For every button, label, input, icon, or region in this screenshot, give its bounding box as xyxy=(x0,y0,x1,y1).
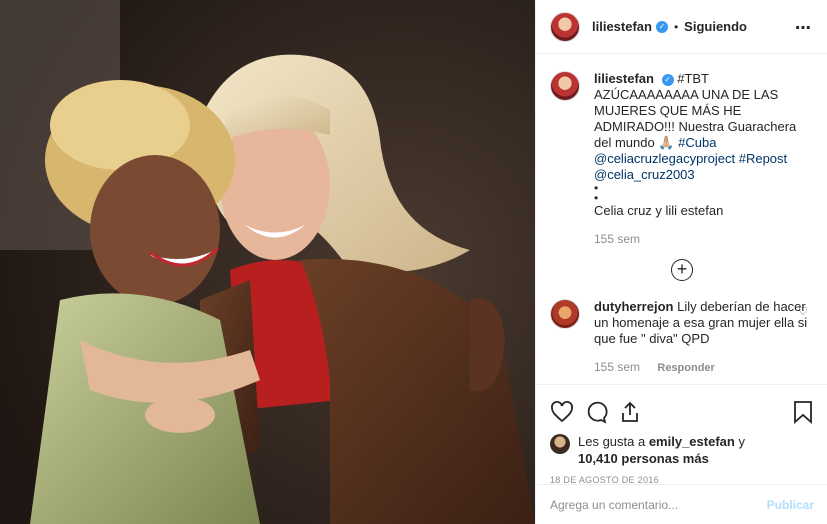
commenter-avatar[interactable] xyxy=(550,299,580,329)
comments-section: liliestefan ✓ #TBT AZÚCAAAAAAAA UNA DE L… xyxy=(536,55,827,385)
load-more: + xyxy=(550,259,814,281)
comment-time[interactable]: 155 sem xyxy=(594,360,640,374)
comment-meta: 155 sem Responder xyxy=(594,359,809,376)
caption-username[interactable]: liliestefan xyxy=(594,71,654,86)
mention-celia-cruz2003[interactable]: @celia_cruz2003 xyxy=(594,167,695,182)
mention-celiacruzlegacyproject[interactable]: @celiacruzlegacyproject xyxy=(594,151,735,166)
author-username[interactable]: liliestefan xyxy=(592,19,652,34)
caption-avatar[interactable] xyxy=(550,71,580,101)
caption: liliestefan ✓ #TBT AZÚCAAAAAAAA UNA DE L… xyxy=(550,71,814,247)
caption-dots: • • xyxy=(594,181,599,205)
comment-row: dutyherrejon Lily deberían de hacer un h… xyxy=(550,299,814,376)
share-icon[interactable] xyxy=(618,400,642,427)
caption-body: liliestefan ✓ #TBT AZÚCAAAAAAAA UNA DE L… xyxy=(594,71,809,247)
likes-summary: Les gusta a emily_estefan y 10,410 perso… xyxy=(550,433,814,467)
caption-time[interactable]: 155 sem xyxy=(594,231,809,247)
likes-conj: y xyxy=(734,434,745,449)
verified-icon: ✓ xyxy=(661,73,674,86)
likes-count[interactable]: 10,410 personas más xyxy=(578,451,709,466)
more-options-icon[interactable]: ⋯ xyxy=(795,18,812,38)
post-photo[interactable] xyxy=(0,0,535,524)
likes-text: Les gusta a emily_estefan y 10,410 perso… xyxy=(578,433,745,467)
reply-button[interactable]: Responder xyxy=(657,362,714,374)
post-header: liliestefan ✓ • Siguiendo ⋯ xyxy=(536,0,827,54)
add-comment-bar: Publicar xyxy=(536,484,827,524)
liker-username[interactable]: emily_estefan xyxy=(649,434,735,449)
hashtag-repost[interactable]: #Repost xyxy=(739,151,787,166)
like-heart-icon[interactable] xyxy=(550,400,574,427)
caption-names: Celia cruz y lili estefan xyxy=(594,203,724,218)
load-more-comments-icon[interactable]: + xyxy=(671,259,693,281)
comment-input[interactable] xyxy=(550,497,767,512)
post-image xyxy=(0,0,535,524)
likes-prefix: Les gusta a xyxy=(578,434,649,449)
publish-button[interactable]: Publicar xyxy=(767,498,814,512)
comment-like-icon[interactable]: ♡ xyxy=(798,305,808,318)
instagram-post: liliestefan ✓ • Siguiendo ⋯ liliestefan … xyxy=(0,0,827,524)
post-sidebar: liliestefan ✓ • Siguiendo ⋯ liliestefan … xyxy=(535,0,827,524)
verified-icon: ✓ xyxy=(655,20,668,33)
following-button[interactable]: Siguiendo xyxy=(684,19,747,34)
commenter-username[interactable]: dutyherrejon xyxy=(594,299,673,314)
post-actions: Les gusta a emily_estefan y 10,410 perso… xyxy=(536,384,827,485)
comment-body: dutyherrejon Lily deberían de hacer un h… xyxy=(594,299,809,376)
bookmark-icon[interactable] xyxy=(792,400,814,427)
comment-bubble-icon[interactable] xyxy=(584,400,608,427)
action-icons xyxy=(550,393,814,433)
header-separator: • xyxy=(673,19,679,34)
liker-avatar[interactable] xyxy=(550,434,570,454)
author-avatar[interactable] xyxy=(550,11,580,42)
hashtag-cuba[interactable]: #Cuba xyxy=(678,135,716,150)
